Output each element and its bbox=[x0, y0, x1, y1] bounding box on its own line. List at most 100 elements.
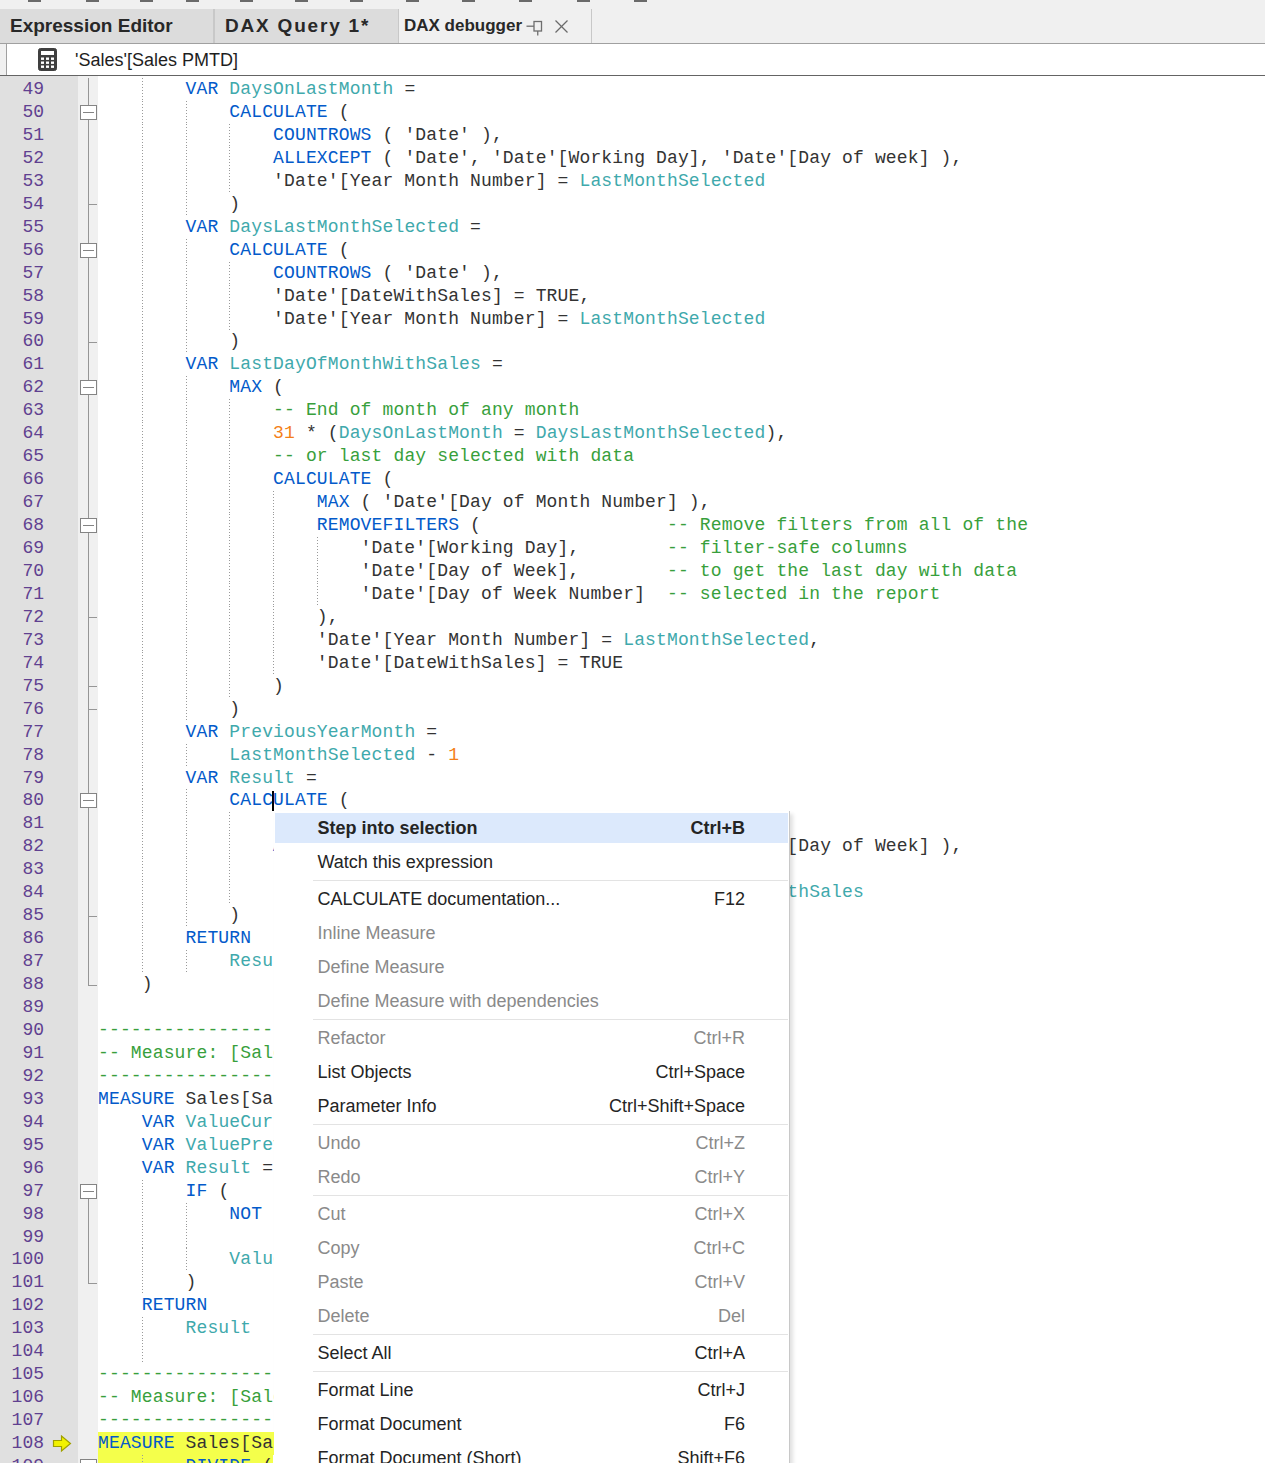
code-line[interactable]: 67 MAX ( 'Date'[Day of Month Number] ), bbox=[0, 491, 1265, 514]
menu-item-format-document[interactable]: Format DocumentF6 bbox=[274, 1407, 790, 1441]
fold-collapse-box[interactable] bbox=[80, 380, 97, 395]
tab-dax-query-1-[interactable]: DAX Query 1* bbox=[215, 9, 398, 43]
line-number: 106 bbox=[0, 1386, 44, 1409]
line-number: 107 bbox=[0, 1409, 44, 1432]
menu-item-step-into-selection[interactable]: Step into selection Ctrl+B bbox=[274, 811, 790, 845]
code-line[interactable]: 59 'Date'[Year Month Number] = LastMonth… bbox=[0, 308, 1265, 331]
clipped-menu-text-artifact bbox=[634, 0, 647, 2]
line-number: 104 bbox=[0, 1340, 44, 1363]
code-line[interactable]: 62 MAX ( bbox=[0, 376, 1265, 399]
code-text: COUNTROWS ( 'Date' ), bbox=[98, 124, 503, 147]
code-line[interactable]: 56 CALCULATE ( bbox=[0, 239, 1265, 262]
code-line[interactable]: 72 ), bbox=[0, 606, 1265, 629]
code-line[interactable]: 63 -- End of month of any month bbox=[0, 399, 1265, 422]
code-text: ) bbox=[98, 698, 240, 721]
line-number: 78 bbox=[0, 744, 44, 767]
code-line[interactable]: 55 VAR DaysLastMonthSelected = bbox=[0, 216, 1265, 239]
line-number: 82 bbox=[0, 835, 44, 858]
code-line[interactable]: 60 ) bbox=[0, 330, 1265, 353]
code-line[interactable]: 75 ) bbox=[0, 675, 1265, 698]
fold-collapse-box[interactable] bbox=[80, 793, 97, 808]
clipped-menu-text-artifact bbox=[519, 0, 532, 2]
line-number: 102 bbox=[0, 1294, 44, 1317]
line-number: 83 bbox=[0, 858, 44, 881]
clipped-menu-text-artifact bbox=[295, 0, 308, 2]
menu-item-label: Undo bbox=[318, 1126, 361, 1160]
code-line[interactable]: 61 VAR LastDayOfMonthWithSales = bbox=[0, 353, 1265, 376]
code-line[interactable]: 65 -- or last day selected with data bbox=[0, 445, 1265, 468]
clipped-menu-text-artifact bbox=[462, 0, 475, 2]
line-number: 55 bbox=[0, 216, 44, 239]
menu-item-watch-this-expression[interactable]: Watch this expression bbox=[274, 845, 790, 879]
menu-item-redo: RedoCtrl+Y bbox=[274, 1160, 790, 1194]
fold-collapse-box[interactable] bbox=[80, 105, 97, 120]
menu-item-format-line[interactable]: Format LineCtrl+J bbox=[274, 1373, 790, 1407]
tab-expression-editor[interactable]: Expression Editor bbox=[0, 9, 213, 43]
menu-item-inline-measure: Inline Measure bbox=[274, 916, 790, 950]
context-menu: Step into selection Ctrl+BWatch this expr… bbox=[274, 811, 791, 1463]
tab-dax-debugger[interactable]: DAX debugger bbox=[399, 9, 591, 43]
code-line[interactable]: 80 CALCULATE ( bbox=[0, 789, 1265, 812]
code-line[interactable]: 77 VAR PreviousYearMonth = bbox=[0, 721, 1265, 744]
code-line[interactable]: 69 'Date'[Working Day], -- filter-safe c… bbox=[0, 537, 1265, 560]
menu-item-list-objects[interactable]: List ObjectsCtrl+Space bbox=[274, 1055, 790, 1089]
code-line[interactable]: 76 ) bbox=[0, 698, 1265, 721]
code-text: CALCULATE ( bbox=[98, 789, 350, 812]
line-number: 49 bbox=[0, 78, 44, 101]
code-line[interactable]: 49 VAR DaysOnLastMonth = bbox=[0, 78, 1265, 101]
code-line[interactable]: 64 31 * (DaysOnLastMonth = DaysLastMonth… bbox=[0, 422, 1265, 445]
code-text: ) bbox=[98, 973, 153, 996]
line-number: 73 bbox=[0, 629, 44, 652]
code-line[interactable]: 57 COUNTROWS ( 'Date' ), bbox=[0, 262, 1265, 285]
code-text: 'Date'[Day of Week Number] -- selected i… bbox=[98, 583, 941, 606]
code-line[interactable]: 79 VAR Result = bbox=[0, 767, 1265, 790]
code-line[interactable]: 58 'Date'[DateWithSales] = TRUE, bbox=[0, 285, 1265, 308]
menu-item-shortcut: F12 bbox=[714, 882, 745, 916]
clipped-menu-text-artifact bbox=[28, 0, 41, 2]
menu-item-shortcut: Ctrl+B bbox=[690, 811, 745, 845]
indent-guide bbox=[142, 1340, 143, 1363]
line-number: 79 bbox=[0, 767, 44, 790]
code-line[interactable]: 78 LastMonthSelected - 1 bbox=[0, 744, 1265, 767]
line-number: 94 bbox=[0, 1111, 44, 1134]
code-text: ) bbox=[98, 1271, 196, 1294]
fold-collapse-box[interactable] bbox=[80, 243, 97, 258]
code-line[interactable]: 68 REMOVEFILTERS ( -- Remove filters fro… bbox=[0, 514, 1265, 537]
code-line[interactable]: 52 ALLEXCEPT ( 'Date', 'Date'[Working Da… bbox=[0, 147, 1265, 170]
menu-item-calculate-documentation-[interactable]: CALCULATE documentation...F12 bbox=[274, 882, 790, 916]
menu-item-shortcut: Ctrl+V bbox=[694, 1265, 745, 1299]
line-number: 99 bbox=[0, 1226, 44, 1249]
menu-item-define-measure-with-dependencies: Define Measure with dependencies bbox=[274, 984, 790, 1018]
code-line[interactable]: 54 ) bbox=[0, 193, 1265, 216]
line-number: 62 bbox=[0, 376, 44, 399]
line-number: 80 bbox=[0, 789, 44, 812]
menu-item-label: Inline Measure bbox=[318, 916, 436, 950]
line-number: 109 bbox=[0, 1455, 44, 1463]
code-line[interactable]: 66 CALCULATE ( bbox=[0, 468, 1265, 491]
fold-collapse-box[interactable] bbox=[80, 1459, 97, 1463]
code-line[interactable]: 70 'Date'[Day of Week], -- to get the la… bbox=[0, 560, 1265, 583]
menu-item-parameter-info[interactable]: Parameter InfoCtrl+Shift+Space bbox=[274, 1089, 790, 1123]
menu-item-select-all[interactable]: Select AllCtrl+A bbox=[274, 1336, 790, 1370]
indent-guide bbox=[142, 1226, 143, 1249]
code-line[interactable]: 73 'Date'[Year Month Number] = LastMonth… bbox=[0, 629, 1265, 652]
menu-item-label: Copy bbox=[318, 1231, 360, 1265]
pin-icon[interactable] bbox=[526, 18, 544, 36]
code-line[interactable]: 51 COUNTROWS ( 'Date' ), bbox=[0, 124, 1265, 147]
code-line[interactable]: 74 'Date'[DateWithSales] = TRUE bbox=[0, 652, 1265, 675]
code-line[interactable]: 53 'Date'[Year Month Number] = LastMonth… bbox=[0, 170, 1265, 193]
menu-item-delete: DeleteDel bbox=[274, 1299, 790, 1333]
code-text: VAR DaysOnLastMonth = bbox=[98, 78, 415, 101]
menu-item-shortcut: Ctrl+C bbox=[693, 1231, 745, 1265]
line-number: 72 bbox=[0, 606, 44, 629]
close-icon[interactable] bbox=[554, 19, 569, 34]
line-number: 70 bbox=[0, 560, 44, 583]
menu-item-label: Step into selection bbox=[318, 811, 478, 845]
code-text: 'Date'[DateWithSales] = TRUE bbox=[98, 652, 623, 675]
code-line[interactable]: 71 'Date'[Day of Week Number] -- selecte… bbox=[0, 583, 1265, 606]
code-line[interactable]: 50 CALCULATE ( bbox=[0, 101, 1265, 124]
fold-collapse-box[interactable] bbox=[80, 1184, 97, 1199]
menu-item-format-document-short-[interactable]: Format Document (Short)Shift+F6 bbox=[274, 1441, 790, 1463]
fold-end-tick bbox=[88, 1283, 97, 1284]
fold-collapse-box[interactable] bbox=[80, 518, 97, 533]
